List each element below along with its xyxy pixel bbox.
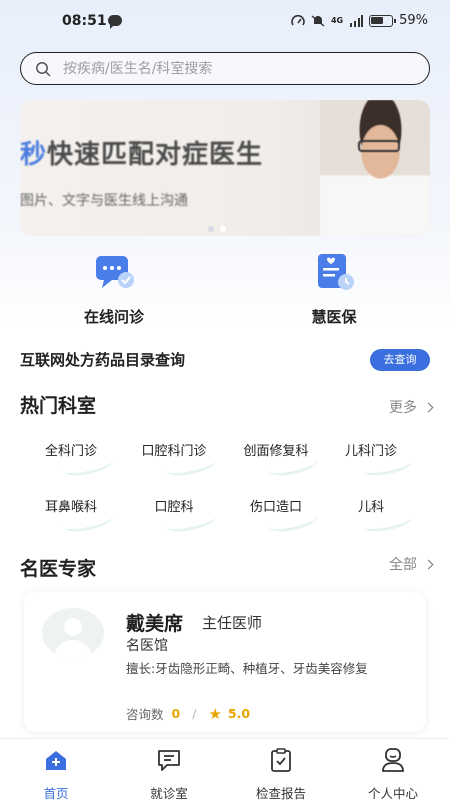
service-online-consult[interactable]: 在线问诊 xyxy=(54,250,174,327)
consult-label: 咨询数 xyxy=(126,707,164,722)
chevron-right-icon xyxy=(423,559,434,569)
departments-more-link[interactable]: 更多 xyxy=(389,397,434,417)
doctor-name: 戴美席 xyxy=(126,613,184,635)
experts-all-link[interactable]: 全部 xyxy=(389,554,434,574)
clipboard-icon xyxy=(271,748,291,772)
mute-bell-icon xyxy=(311,14,325,27)
department-item[interactable]: 口腔科门诊 xyxy=(118,440,230,480)
search-bar[interactable] xyxy=(20,52,430,85)
chevron-right-icon xyxy=(423,402,434,412)
speed-icon xyxy=(291,14,305,25)
search-input[interactable] xyxy=(63,60,393,77)
service-label: 慧医保 xyxy=(311,308,357,326)
status-time: 08:51 xyxy=(62,13,107,29)
person-icon xyxy=(382,748,404,772)
promo-banner[interactable]: 秒快速匹配对症医生 图片、文字与医生线上沟通 xyxy=(20,100,430,236)
nav-clinic[interactable]: 就诊室 xyxy=(124,747,214,800)
star-icon: ★ xyxy=(208,704,222,723)
service-label: 在线问诊 xyxy=(83,308,144,326)
department-item[interactable]: 全科门诊 xyxy=(15,440,127,480)
doctor-card[interactable]: 戴美席 主任医师 名医馆 擅长:牙齿隐形正畸、种植牙、牙齿美容修复 咨询数 0 … xyxy=(24,592,426,732)
nav-home[interactable]: 首页 xyxy=(11,747,101,800)
insurance-card-icon xyxy=(318,254,354,290)
consult-count: 0 xyxy=(171,706,181,721)
bottom-navigation: 首页 就诊室 检查报告 个人中心 xyxy=(0,738,450,800)
banner-title: 秒快速匹配对症医生 xyxy=(20,140,264,170)
message-notification-icon xyxy=(108,15,122,29)
drug-catalog-row: 互联网处方药品目录查询 去查询 xyxy=(20,349,430,371)
experts-title: 名医专家 xyxy=(20,558,97,580)
departments-grid: 全科门诊 口腔科门诊 创面修复科 儿科门诊 耳鼻喉科 口腔科 伤口造口 儿科 xyxy=(0,430,450,536)
pagination-dot xyxy=(208,226,214,232)
status-icons: 4G 59% xyxy=(291,13,428,28)
signal-icon xyxy=(350,14,364,27)
doctor-rating: 5.0 xyxy=(227,706,251,721)
doctor-hospital: 名医馆 xyxy=(126,638,168,654)
stats-divider: / xyxy=(192,706,197,721)
nav-reports[interactable]: 检查报告 xyxy=(236,747,326,800)
department-item[interactable]: 口腔科 xyxy=(118,496,230,536)
network-type: 4G xyxy=(330,16,344,25)
department-item[interactable]: 耳鼻喉科 xyxy=(15,496,127,536)
catalog-query-button[interactable]: 去查询 xyxy=(370,349,430,371)
doctor-specialty: 擅长:牙齿隐形正畸、种植牙、牙齿美容修复 xyxy=(126,661,368,676)
pagination-dot-active xyxy=(220,226,226,232)
banner-subtitle: 图片、文字与医生线上沟通 xyxy=(20,193,188,209)
chat-bubble-icon xyxy=(96,256,134,288)
battery-icon xyxy=(369,14,397,27)
search-icon xyxy=(36,61,51,76)
battery-level: 59% xyxy=(399,13,428,28)
home-icon xyxy=(46,751,66,770)
message-icon xyxy=(158,750,180,771)
banner-doctor-photo xyxy=(320,100,430,236)
departments-title: 热门科室 xyxy=(20,395,97,417)
department-item[interactable]: 儿科门诊 xyxy=(315,440,427,480)
doctor-avatar xyxy=(42,608,104,658)
doctor-title: 主任医师 xyxy=(202,614,263,632)
status-bar: 08:51 4G 59% xyxy=(0,0,450,42)
service-insurance[interactable]: 慧医保 xyxy=(274,250,394,327)
banner-pagination xyxy=(208,226,226,232)
catalog-title: 互联网处方药品目录查询 xyxy=(20,351,186,369)
department-item[interactable]: 儿科 xyxy=(315,496,427,536)
doctor-stats: 咨询数 0 / ★ 5.0 xyxy=(126,704,250,723)
nav-profile[interactable]: 个人中心 xyxy=(348,747,438,800)
